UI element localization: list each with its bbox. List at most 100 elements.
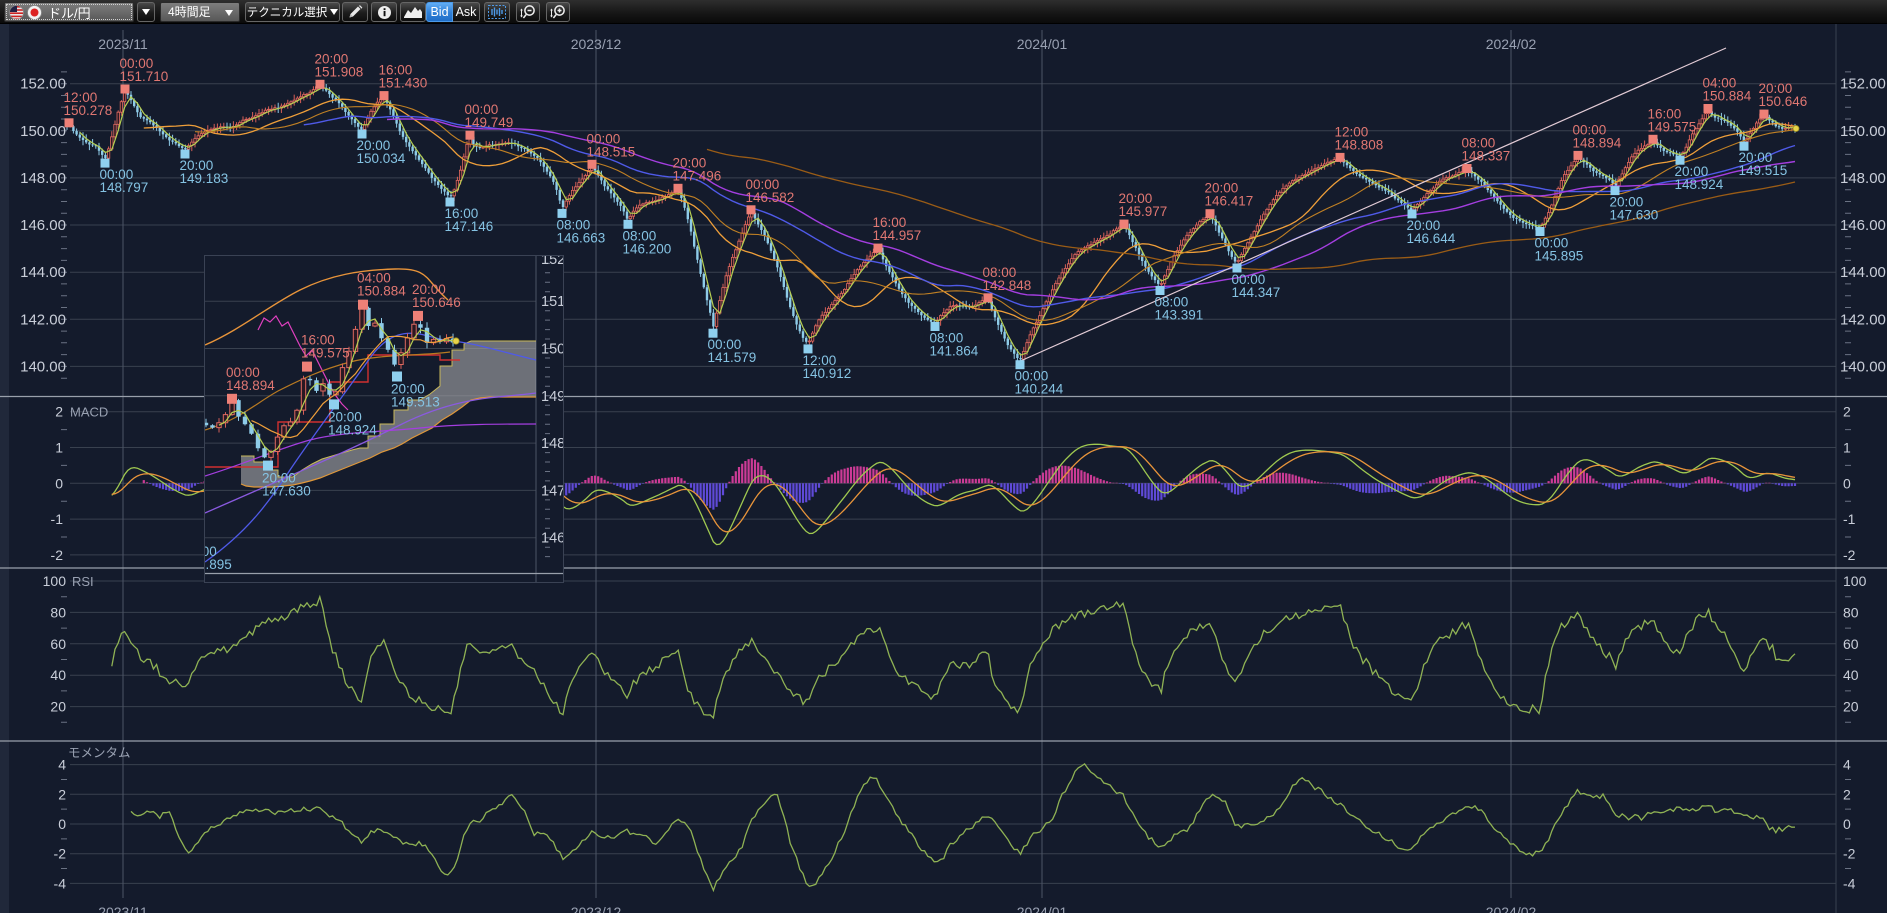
svg-text:149.513: 149.513	[391, 395, 440, 410]
svg-text:150: 150	[541, 342, 563, 358]
svg-text:147.146: 147.146	[445, 219, 494, 234]
svg-text:1: 1	[1843, 440, 1851, 456]
svg-text:152.00: 152.00	[1840, 76, 1886, 93]
svg-text:148.515: 148.515	[587, 144, 636, 159]
svg-text:モメンタム: モメンタム	[68, 746, 131, 760]
svg-text:140.244: 140.244	[1015, 382, 1064, 397]
svg-text:144.957: 144.957	[873, 228, 922, 243]
svg-text:-2: -2	[1843, 547, 1856, 563]
svg-text:-1: -1	[1843, 511, 1856, 527]
svg-text:150.646: 150.646	[412, 295, 461, 310]
svg-text:145.895: 145.895	[1535, 249, 1584, 264]
svg-text:142.00: 142.00	[1840, 311, 1886, 328]
svg-text:148.894: 148.894	[1573, 135, 1622, 150]
svg-text:149.749: 149.749	[465, 115, 514, 130]
svg-text:143.391: 143.391	[1155, 308, 1204, 323]
svg-text:150.00: 150.00	[1840, 123, 1886, 140]
svg-text:147: 147	[541, 483, 563, 499]
svg-text:149.515: 149.515	[1739, 163, 1788, 178]
svg-text:146.00: 146.00	[20, 217, 66, 234]
svg-text:4: 4	[1843, 757, 1851, 773]
svg-text:148.808: 148.808	[1335, 137, 1384, 152]
svg-text:2024/01: 2024/01	[1017, 904, 1068, 913]
svg-text:151.710: 151.710	[120, 69, 169, 84]
svg-text:141.579: 141.579	[708, 350, 757, 365]
svg-text:146.582: 146.582	[746, 190, 795, 205]
svg-text:60: 60	[50, 636, 66, 652]
svg-text:2023/11: 2023/11	[98, 36, 148, 52]
svg-text:144.00: 144.00	[20, 264, 66, 281]
svg-text:-2: -2	[1843, 846, 1856, 862]
svg-text:146: 146	[541, 531, 563, 547]
svg-text:148.00: 148.00	[1840, 170, 1886, 187]
svg-text:2: 2	[58, 786, 66, 802]
svg-text:2024/01: 2024/01	[1017, 36, 1068, 52]
svg-text:150.034: 150.034	[357, 151, 406, 166]
svg-text:150.884: 150.884	[357, 284, 406, 299]
svg-text:150.00: 150.00	[20, 123, 66, 140]
svg-text:151.908: 151.908	[315, 64, 364, 79]
svg-text:0: 0	[58, 816, 66, 832]
svg-text:100: 100	[1843, 573, 1867, 589]
svg-text:2023/11: 2023/11	[98, 904, 148, 913]
svg-text:-1: -1	[51, 511, 64, 527]
svg-text:140.912: 140.912	[803, 366, 852, 381]
svg-text:148.00: 148.00	[20, 170, 66, 187]
svg-text:20: 20	[50, 699, 66, 715]
svg-text:147.630: 147.630	[1610, 208, 1659, 223]
svg-text:146.200: 146.200	[623, 241, 672, 256]
svg-text:145.895: 145.895	[205, 557, 232, 572]
svg-text:148.797: 148.797	[100, 180, 149, 195]
svg-text:148.924: 148.924	[1675, 177, 1724, 192]
svg-text:146.644: 146.644	[1407, 231, 1456, 246]
svg-text:-4: -4	[1843, 875, 1856, 891]
svg-text:RSI: RSI	[72, 574, 94, 589]
svg-text:148: 148	[541, 436, 563, 452]
svg-text:60: 60	[1843, 636, 1859, 652]
svg-text:20: 20	[1843, 699, 1859, 715]
svg-text:2024/02: 2024/02	[1486, 904, 1537, 913]
svg-text:0: 0	[55, 475, 63, 491]
svg-text:142.848: 142.848	[983, 278, 1032, 293]
svg-text:2: 2	[1843, 404, 1851, 420]
svg-text:152.00: 152.00	[20, 76, 66, 93]
svg-text:147.496: 147.496	[673, 168, 722, 183]
svg-text:1: 1	[55, 440, 63, 456]
svg-text:2024/02: 2024/02	[1486, 36, 1537, 52]
svg-text:144.00: 144.00	[1840, 264, 1886, 281]
svg-text:148.924: 148.924	[328, 422, 377, 437]
svg-text:152: 152	[541, 256, 563, 268]
svg-text:2: 2	[1843, 786, 1851, 802]
svg-text:80: 80	[50, 604, 66, 620]
svg-text:40: 40	[50, 667, 66, 683]
svg-text:149.575: 149.575	[1648, 119, 1697, 134]
svg-text:150.278: 150.278	[64, 103, 113, 118]
svg-text:149.575: 149.575	[301, 346, 350, 361]
svg-text:150.884: 150.884	[1703, 89, 1752, 104]
svg-text:4: 4	[58, 757, 66, 773]
svg-text:0: 0	[1843, 475, 1851, 491]
svg-text:MACD: MACD	[70, 405, 108, 420]
svg-text:40: 40	[1843, 667, 1859, 683]
svg-text:140.00: 140.00	[1840, 358, 1886, 375]
svg-text:0: 0	[1843, 816, 1851, 832]
svg-text:-2: -2	[51, 547, 64, 563]
svg-text:2023/12: 2023/12	[571, 36, 622, 52]
svg-text:-4: -4	[54, 875, 67, 891]
svg-text:100: 100	[43, 573, 67, 589]
svg-text:150.646: 150.646	[1759, 94, 1808, 109]
svg-text:80: 80	[1843, 604, 1859, 620]
svg-text:148.337: 148.337	[1462, 149, 1511, 164]
svg-text:146.663: 146.663	[557, 230, 606, 245]
svg-text:148.894: 148.894	[226, 378, 275, 393]
svg-text:151.430: 151.430	[379, 76, 428, 91]
svg-text:140.00: 140.00	[20, 358, 66, 375]
svg-text:149: 149	[541, 389, 563, 405]
svg-text:-2: -2	[54, 846, 67, 862]
svg-text:146.417: 146.417	[1205, 194, 1254, 209]
svg-text:146.00: 146.00	[1840, 217, 1886, 234]
svg-text:141.864: 141.864	[930, 344, 979, 359]
svg-text:149.183: 149.183	[180, 171, 229, 186]
svg-text:144.347: 144.347	[1232, 285, 1281, 300]
svg-text:147.630: 147.630	[262, 484, 311, 499]
